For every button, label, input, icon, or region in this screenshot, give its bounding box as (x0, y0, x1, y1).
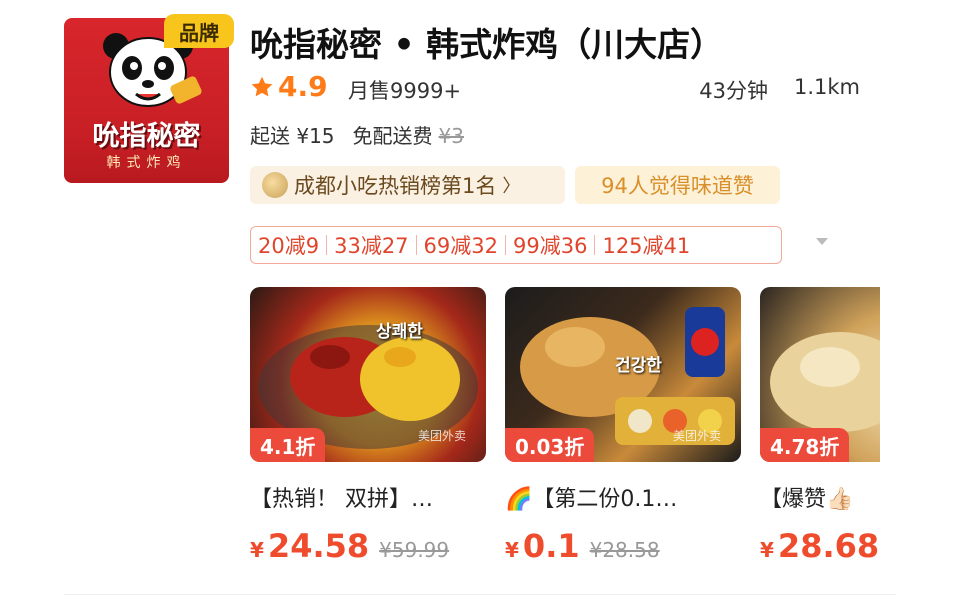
logo-subtitle: 韩式炸鸡 (106, 155, 187, 171)
price-row: ¥24.58 ¥59.99 (250, 527, 449, 565)
original-price: ¥28.58 (589, 538, 660, 562)
coupon-item[interactable]: 33减27 (327, 230, 415, 260)
product-image[interactable]: 상쾌한 美团外卖 4.1折 (250, 287, 486, 462)
currency-symbol: ¥ (505, 538, 519, 562)
distance: 1.1km (793, 75, 860, 99)
korean-caption: 상쾌한 (376, 322, 423, 342)
coupon-item[interactable]: 20减9 (251, 230, 326, 260)
rating-row: 4.9 月售9999+ 43分钟 1.1km (250, 70, 860, 104)
product-card[interactable]: 4.78折 【爆赞👍🏻 ¥28.68 (760, 287, 880, 587)
product-card[interactable]: 상쾌한 美团外卖 4.1折 【热销！ 双拼】… ¥24.58 ¥59.99 (250, 287, 486, 565)
coupon-item[interactable]: 69减32 (417, 230, 505, 260)
brand-badge: 品牌 (164, 14, 234, 48)
discount-badge: 0.03折 (505, 428, 595, 462)
price-row: ¥0.1 ¥28.58 (505, 527, 660, 565)
korean-caption: 건강한 (615, 356, 662, 376)
free-delivery: 免配送费 (352, 124, 433, 148)
product-name[interactable]: 【爆赞👍🏻 (760, 481, 853, 513)
monthly-sales: 月售9999+ (348, 79, 462, 103)
medal-icon (262, 172, 288, 198)
product-price: 24.58 (267, 527, 370, 565)
store-title[interactable]: 吮指秘密 • 韩式炸鸡（川大店） (250, 18, 723, 66)
rating-score: 4.9 (278, 70, 328, 103)
product-name[interactable]: 🌈【第二份0.1… (505, 481, 677, 513)
divider (64, 594, 896, 595)
watermark: 美团外卖 (417, 429, 466, 443)
fee-row: 起送 ¥15 免配送费 ¥3 (250, 120, 464, 149)
ranking-text: 成都小吃热销榜第1名 (294, 174, 497, 198)
coupon-item[interactable]: 99减36 (506, 230, 594, 260)
product-image[interactable]: 건강한 美团外卖 0.03折 (505, 287, 741, 462)
chevron-right-icon: 〉 (502, 176, 521, 197)
product-price: 28.68 (777, 527, 880, 565)
discount-badge: 4.1折 (250, 428, 326, 462)
original-delivery-fee: ¥3 (438, 124, 464, 148)
product-card[interactable]: 건강한 美团外卖 0.03折 🌈【第二份0.1… ¥0.1 ¥28.58 (505, 287, 741, 565)
price-row: ¥28.68 (760, 527, 879, 565)
coupon-item[interactable]: 125减41 (595, 230, 697, 260)
logo-store-name: 吮指秘密 (92, 121, 201, 152)
product-price: 0.1 (522, 527, 580, 565)
discount-badge: 4.78折 (760, 428, 850, 462)
currency-symbol: ¥ (760, 538, 774, 562)
expand-caret-icon[interactable] (816, 238, 828, 245)
watermark: 美团外卖 (672, 429, 721, 443)
product-name[interactable]: 【热销！ 双拼】… (250, 481, 433, 513)
currency-symbol: ¥ (250, 538, 264, 562)
original-price: ¥59.99 (379, 538, 450, 562)
taste-badge[interactable]: 94人觉得味道赞 (575, 166, 780, 204)
star-icon (251, 76, 273, 97)
delivery-time: 43分钟 (699, 79, 768, 103)
min-order: 起送 ¥15 (250, 124, 335, 148)
product-image[interactable]: 4.78折 (760, 287, 880, 462)
ranking-badge[interactable]: 成都小吃热销榜第1名 〉 (250, 166, 565, 204)
coupon-strip[interactable]: 20减9 33减27 69减32 99减36 125减41 (250, 226, 782, 264)
